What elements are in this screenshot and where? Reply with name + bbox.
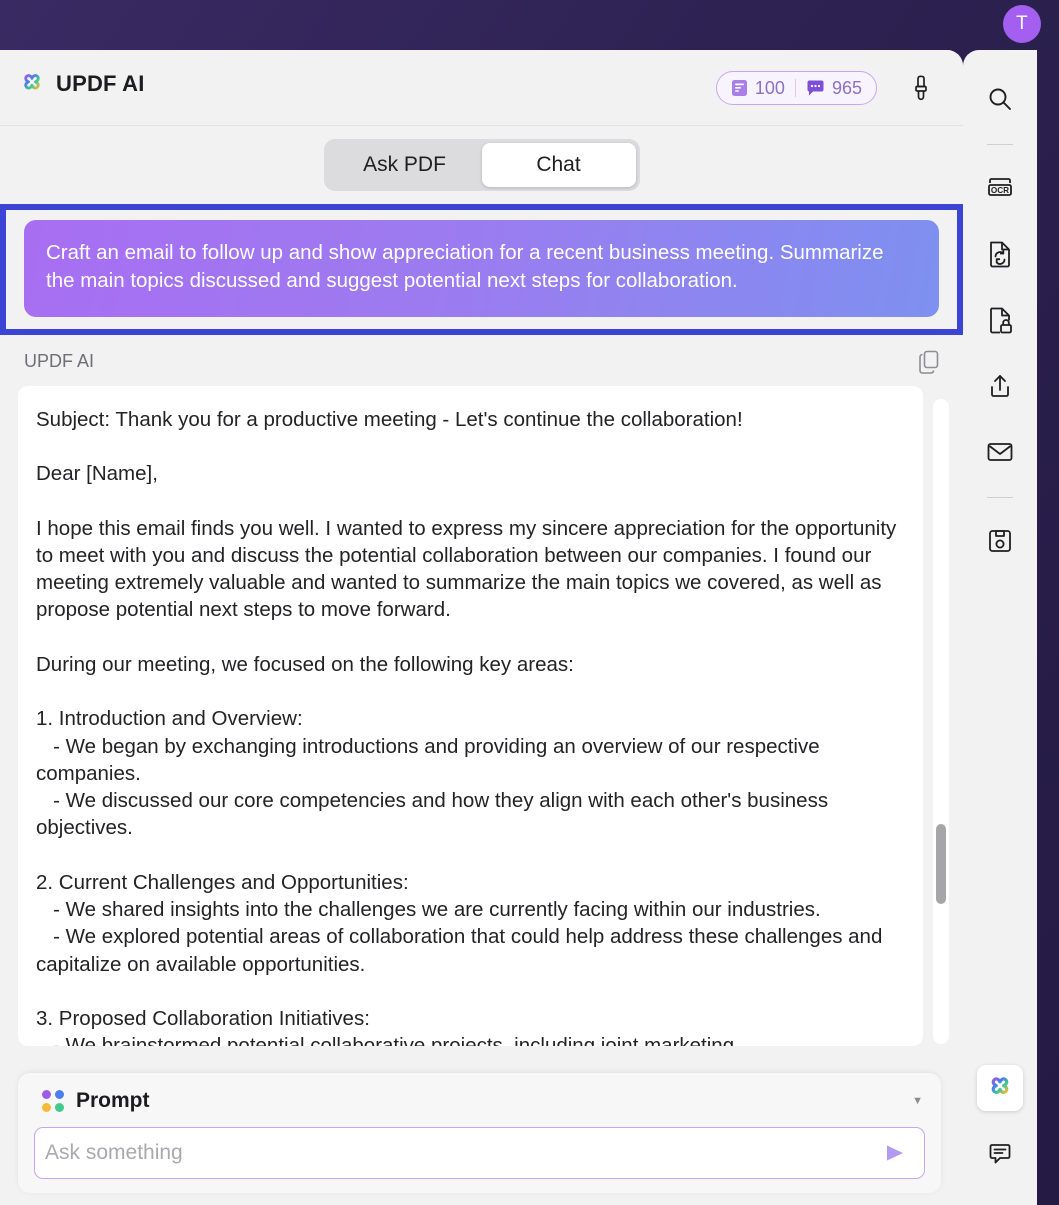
- send-arrow-icon[interactable]: [878, 1136, 912, 1170]
- comment-icon[interactable]: [977, 1131, 1023, 1177]
- prompt-selector[interactable]: Prompt ▼: [34, 1085, 925, 1127]
- search-icon[interactable]: [977, 76, 1023, 122]
- brush-icon[interactable]: [905, 72, 937, 104]
- document-credit-count: 100: [754, 77, 785, 98]
- toolbar-divider-2: [987, 497, 1013, 498]
- chat-credit-icon: [806, 80, 825, 97]
- right-toolbar: OCR: [963, 50, 1037, 1205]
- assistant-message-text: Subject: Thank you for a productive meet…: [18, 385, 923, 1046]
- avatar[interactable]: T: [1003, 5, 1041, 43]
- tab-group: Ask PDF Chat: [323, 139, 640, 191]
- assistant-header: UPDF AI: [0, 335, 963, 386]
- ask-input[interactable]: [45, 1141, 878, 1165]
- panel-header: UPDF AI 100 965: [0, 50, 963, 126]
- ask-input-row[interactable]: [34, 1127, 925, 1179]
- tab-bar: Ask PDF Chat: [0, 126, 963, 204]
- convert-icon[interactable]: [977, 231, 1023, 277]
- conversation-area: Craft an email to follow up and show app…: [0, 204, 963, 1066]
- four-dots-icon: [42, 1090, 64, 1112]
- brand: UPDF AI: [18, 70, 145, 98]
- share-icon[interactable]: [977, 363, 1023, 409]
- ocr-icon[interactable]: OCR: [977, 165, 1023, 211]
- copy-icon[interactable]: [915, 348, 943, 376]
- svg-text:OCR: OCR: [991, 186, 1009, 195]
- chevron-down-icon[interactable]: ▼: [912, 1095, 923, 1107]
- document-credits: 100: [731, 78, 785, 99]
- protect-icon[interactable]: [977, 297, 1023, 343]
- scrollbar-track[interactable]: [933, 399, 949, 1044]
- tab-chat[interactable]: Chat: [481, 143, 636, 187]
- chat-credit-count: 965: [831, 77, 862, 98]
- title-bar: T: [0, 0, 1059, 50]
- app-window: T UPDF AI 100 965 Ask PDF Chat Craft an …: [0, 0, 1059, 1205]
- save-icon[interactable]: [977, 518, 1023, 564]
- prompt-bar: Prompt ▼: [18, 1073, 941, 1193]
- tab-ask-pdf[interactable]: Ask PDF: [328, 143, 482, 187]
- updf-ai-icon[interactable]: [977, 1065, 1023, 1111]
- updf-clover-logo-icon: [18, 70, 46, 98]
- chat-credits: 965: [806, 78, 862, 99]
- user-message-selected[interactable]: Craft an email to follow up and show app…: [0, 204, 963, 335]
- prompt-label: Prompt: [76, 1089, 150, 1112]
- email-icon[interactable]: [977, 429, 1023, 475]
- user-message-text: Craft an email to follow up and show app…: [24, 220, 939, 317]
- ai-panel: UPDF AI 100 965 Ask PDF Chat Craft an em…: [0, 50, 963, 1205]
- assistant-label: UPDF AI: [24, 351, 95, 372]
- toolbar-divider-1: [987, 144, 1013, 145]
- scrollbar-thumb[interactable]: [936, 824, 946, 904]
- page-title: UPDF AI: [56, 71, 145, 96]
- credits-divider: [794, 79, 796, 97]
- document-credit-icon: [731, 79, 748, 97]
- credits-badge[interactable]: 100 965: [715, 71, 877, 105]
